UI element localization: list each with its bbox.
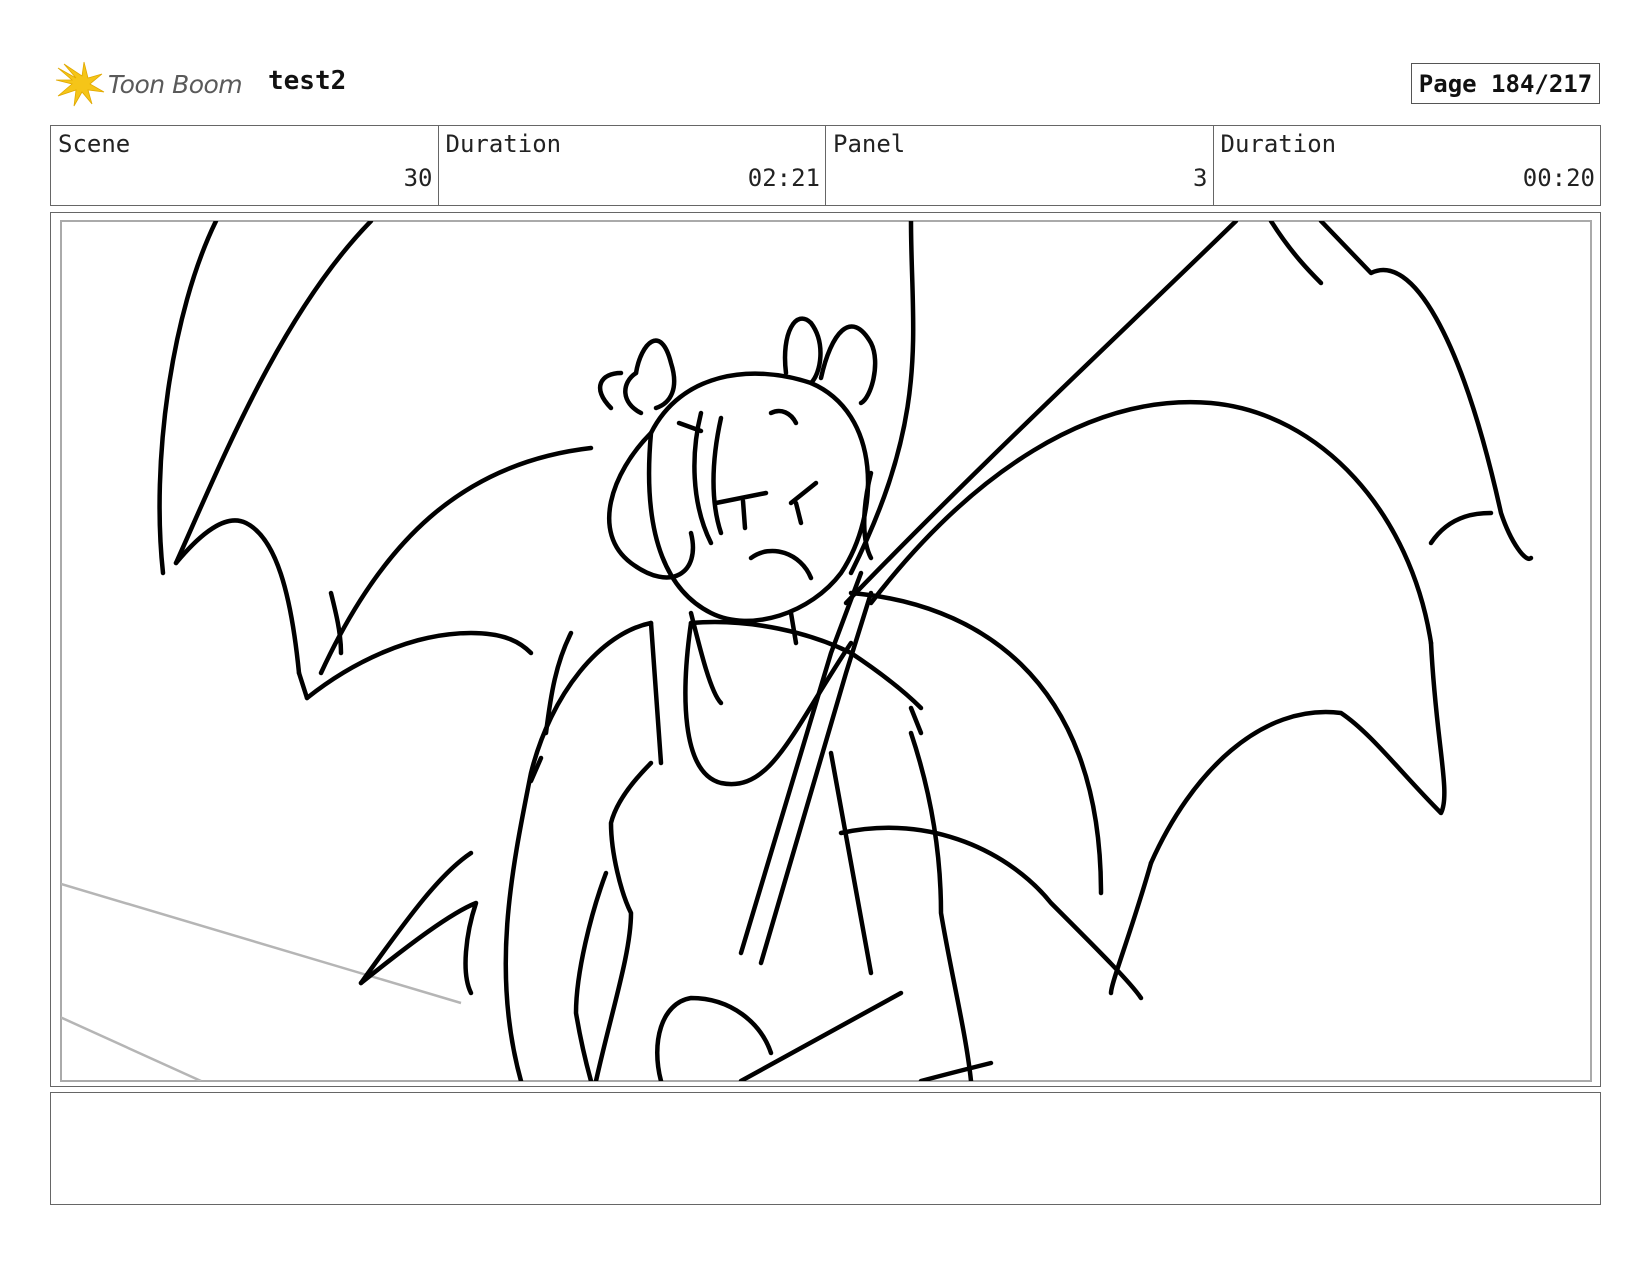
- storyboard-panel: [50, 212, 1601, 1087]
- panel-value: 3: [1193, 164, 1208, 192]
- storyboard-info-table: Scene 30 Duration 02:21 Panel 3 Duration…: [50, 125, 1601, 206]
- page-indicator: Page 184/217: [1411, 63, 1600, 104]
- toon-boom-logo: Toon Boom: [54, 58, 250, 110]
- panel-duration-label: Duration: [1220, 130, 1337, 158]
- panel-duration-cell: Duration 00:20: [1214, 126, 1601, 205]
- panel-cell: Panel 3: [826, 126, 1214, 205]
- panel-duration-value: 00:20: [1522, 164, 1595, 192]
- scene-value: 30: [403, 164, 433, 192]
- caption-box: [50, 1092, 1601, 1205]
- scene-duration-label: Duration: [445, 130, 562, 158]
- toon-boom-spark-icon: [55, 61, 105, 107]
- scene-duration-cell: Duration 02:21: [439, 126, 826, 205]
- scene-cell: Scene 30: [51, 126, 439, 205]
- character-sketch: [157, 221, 1534, 1081]
- scene-duration-value: 02:21: [747, 164, 820, 192]
- project-title: test2: [268, 66, 347, 96]
- panel-sketch: [60, 220, 1592, 1082]
- background-perspective-lines: [61, 882, 462, 1081]
- logo-text: Toon Boom: [108, 69, 243, 99]
- panel-label: Panel: [833, 130, 906, 158]
- scene-label: Scene: [58, 130, 131, 158]
